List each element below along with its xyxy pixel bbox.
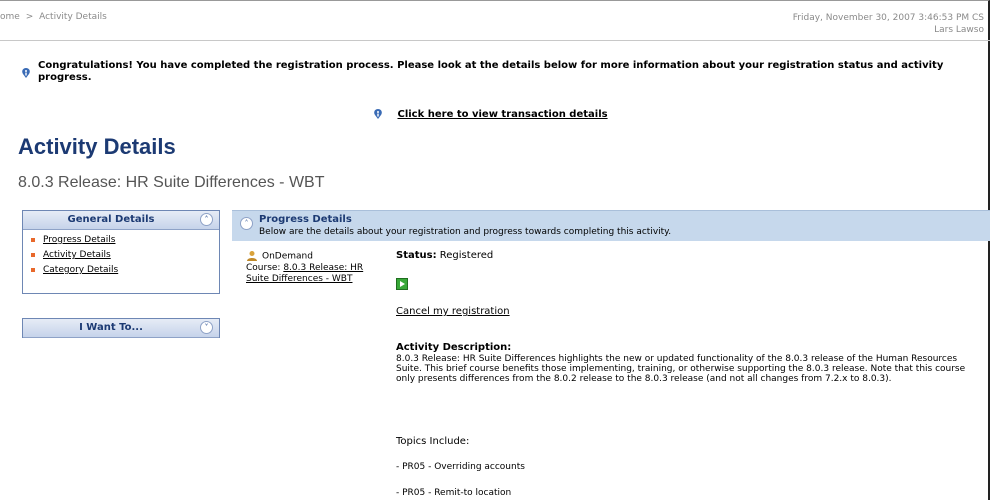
expand-down-icon[interactable]: ˅ [200,321,213,334]
list-item: - PR05 - Overriding accounts [396,462,525,472]
course-person-icon [246,250,258,262]
bullet-icon [31,252,35,257]
list-item: Progress Details [31,233,219,248]
registration-details: Status: Registered Cancel my registratio… [396,250,986,498]
category-details-link[interactable]: Category Details [43,265,118,275]
progress-details-link[interactable]: Progress Details [43,235,115,245]
activity-description-text: 8.0.3 Release: HR Suite Differences high… [396,354,966,384]
general-details-panel: General Details ˄ Progress Details Activ… [22,210,220,294]
info-icon [372,108,384,120]
breadcrumb: ome > Activity Details [0,12,107,22]
cancel-registration: Cancel my registration [396,306,510,317]
transaction-details: Click here to view transaction details [372,108,608,120]
bullet-icon [31,267,35,272]
page-title: Activity Details [18,134,176,159]
congratulations-text: Congratulations! You have completed the … [38,60,944,83]
delivery-type: OnDemand [262,251,313,262]
progress-details-title: Progress Details [259,214,352,225]
general-details-header[interactable]: General Details ˄ [23,211,219,230]
list-item: Activity Details [31,248,219,263]
list-item: - PR05 - Remit-to location [396,488,512,498]
activity-name: 8.0.3 Release: HR Suite Differences - WB… [18,174,325,191]
collapse-up-icon[interactable]: ˄ [200,213,213,226]
info-icon [20,67,32,79]
i-want-to-panel: I Want To... ˅ [22,318,220,338]
progress-details-subtitle: Below are the details about your registr… [259,227,672,237]
list-item: Category Details [31,263,219,278]
bullet-icon [31,237,35,242]
course-prefix: Course: [246,262,281,273]
launch-arrow-icon[interactable] [396,278,408,290]
status-value: Registered [439,250,494,261]
cancel-registration-link[interactable]: Cancel my registration [396,306,510,317]
status-label: Status: [396,250,437,261]
datetime-block: Friday, November 30, 2007 3:46:53 PM CS … [793,12,984,36]
collapse-up-icon[interactable]: ˄ [240,217,253,230]
topics-title: Topics Include: [396,436,470,447]
status-row: Status: Registered [396,250,986,261]
general-details-title: General Details [67,214,155,225]
view-transaction-details-link[interactable]: Click here to view transaction details [397,109,607,120]
top-bar: ome > Activity Details Friday, November … [0,4,990,41]
activity-details-link[interactable]: Activity Details [43,250,111,260]
progress-details-header: ˄ Progress Details Below are the details… [232,210,990,241]
general-details-list: Progress Details Activity Details Catego… [23,230,219,282]
congratulations-message: Congratulations! You have completed the … [20,60,970,84]
i-want-to-title: I Want To... [79,322,143,333]
breadcrumb-current: Activity Details [39,12,107,22]
breadcrumb-separator: > [25,12,34,22]
course-info: OnDemand Course: 8.0.3 Release: HR Suite… [246,250,376,285]
breadcrumb-home[interactable]: ome [0,12,20,22]
user-name: Lars Lawso [934,25,984,35]
i-want-to-header[interactable]: I Want To... ˅ [23,319,219,338]
current-datetime: Friday, November 30, 2007 3:46:53 PM CS [792,13,984,23]
activity-description-title: Activity Description: [396,342,512,353]
